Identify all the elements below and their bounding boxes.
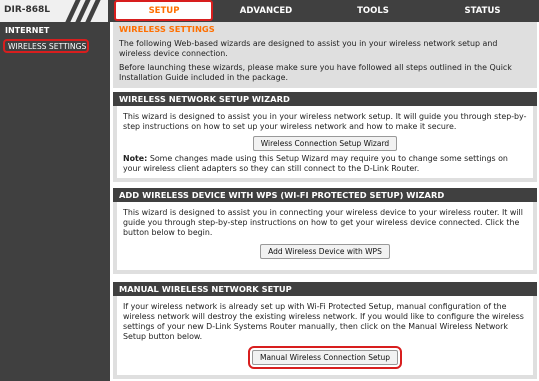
wizard-description: This wizard is designed to assist you in… [123, 112, 527, 131]
wps-description: This wizard is designed to assist you in… [123, 208, 523, 237]
wireless-settings-panel: WIRELESS SETTINGS The following Web-base… [113, 22, 537, 88]
panel-title: WIRELESS SETTINGS [113, 22, 537, 36]
intro-text: The following Web-based wizards are desi… [119, 39, 498, 58]
wireless-connection-setup-wizard-button[interactable]: Wireless Connection Setup Wizard [252, 136, 398, 151]
model-name: DIR-868L [4, 5, 51, 15]
tab-advanced[interactable]: ADVANCED [214, 2, 318, 20]
panel-title: MANUAL WIRELESS NETWORK SETUP [113, 282, 537, 296]
sidebar-item-wireless-settings[interactable]: WIRELESS SETTINGS [3, 39, 89, 53]
tab-status[interactable]: STATUS [428, 2, 537, 20]
top-nav-bar: DIR-868L SETUP ADVANCED TOOLS STATUS [0, 0, 539, 22]
add-wireless-device-wps-button[interactable]: Add Wireless Device with WPS [260, 244, 390, 259]
manual-wireless-connection-setup-button[interactable]: Manual Wireless Connection Setup [251, 350, 399, 365]
panel-title: ADD WIRELESS DEVICE WITH WPS (WI-FI PROT… [113, 188, 537, 202]
wizard-note: Note: Some changes made using this Setup… [123, 154, 527, 174]
panel-body: The following Web-based wizards are desi… [113, 36, 537, 90]
tab-tools[interactable]: TOOLS [320, 2, 426, 20]
manual-button-highlight: Manual Wireless Connection Setup [247, 346, 403, 369]
manual-description: If your wireless network is already set … [123, 302, 524, 341]
setup-wizard-panel: WIRELESS NETWORK SETUP WIZARD This wizar… [113, 92, 537, 182]
sidebar-item-internet[interactable]: INTERNET [5, 26, 49, 35]
sidebar: INTERNET WIRELESS SETTINGS [0, 22, 110, 381]
panel-body: If your wireless network is already set … [117, 296, 533, 375]
setup-tab-highlight [114, 0, 213, 21]
note-label: Note: [123, 154, 148, 163]
wps-wizard-panel: ADD WIRELESS DEVICE WITH WPS (WI-FI PROT… [113, 188, 537, 274]
intro-text: Before launching these wizards, please m… [119, 63, 512, 82]
model-label-box: DIR-868L [0, 0, 110, 22]
note-text: Some changes made using this Setup Wizar… [123, 154, 508, 173]
panel-title: WIRELESS NETWORK SETUP WIZARD [113, 92, 537, 106]
manual-setup-panel: MANUAL WIRELESS NETWORK SETUP If your wi… [113, 282, 537, 379]
panel-body: This wizard is designed to assist you in… [117, 106, 533, 178]
panel-body: This wizard is designed to assist you in… [117, 202, 533, 270]
